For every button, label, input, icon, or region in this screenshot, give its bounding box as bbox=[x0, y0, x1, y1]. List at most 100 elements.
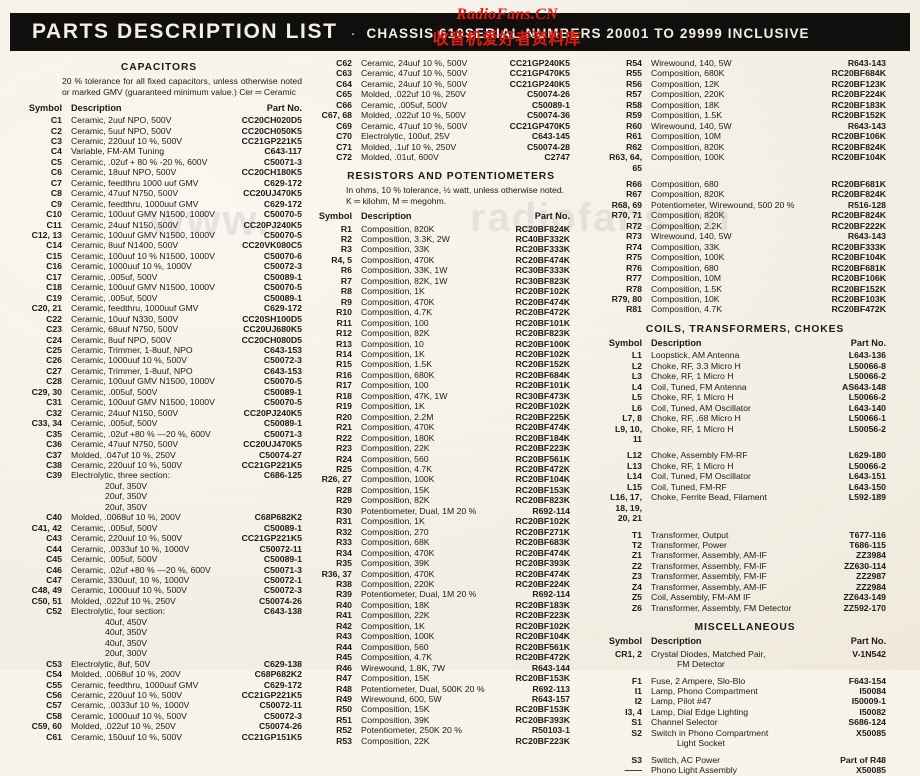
row-part-number: C50071-3 bbox=[263, 564, 302, 575]
row-symbol: C17 bbox=[46, 271, 62, 282]
title-separator-dot: · bbox=[350, 25, 356, 42]
header-symbol: Symbol bbox=[318, 211, 352, 222]
row-description: 20uf, 350V bbox=[105, 480, 148, 491]
row-symbol bbox=[10, 617, 71, 627]
row-symbol: R12 bbox=[336, 328, 352, 339]
row-part-number: L50066-1 bbox=[848, 413, 886, 424]
row-part-number: RC20BF152K bbox=[831, 283, 886, 294]
row-symbol: I2 bbox=[634, 696, 642, 707]
row-description: 20uf, 300V bbox=[105, 648, 148, 659]
row-description: Composition, 470K bbox=[361, 296, 435, 307]
row-symbol: —— bbox=[624, 765, 642, 776]
row-part-number: C50072-3 bbox=[263, 710, 302, 721]
row-part-number: ZZ643-149 bbox=[843, 592, 887, 603]
table-row: CR1, 2 Crystal Diodes, Matched Pair, V-1N5… bbox=[594, 649, 896, 659]
table-row: C7 Ceramic, feedthru 1000 uuf GMV C629-172 bbox=[10, 178, 308, 188]
table-row: R39 Potentiometer, Dual, 1M 20 % R692-114 bbox=[308, 589, 594, 599]
row-description: Composition, 39K bbox=[361, 714, 430, 725]
row-description: Ceramic, 150uuf 10 %, 500V bbox=[71, 731, 183, 742]
row-part-number: RC20BF183K bbox=[515, 599, 570, 610]
row-description: Composition, 1.5K bbox=[361, 359, 432, 370]
row-part-number: X50085 bbox=[856, 727, 886, 738]
row-symbol: C63 bbox=[336, 68, 352, 79]
row-part-number: RC20BF472K bbox=[831, 304, 886, 315]
row-part-number: C643-145 bbox=[531, 131, 570, 142]
row-symbol: C41, 42 bbox=[31, 522, 62, 533]
row-part-number: C50074-26 bbox=[259, 595, 302, 606]
row-symbol: C26 bbox=[46, 355, 62, 366]
table-row: L3 Choke, RF, 1 Micro H L50066-2 bbox=[594, 371, 896, 381]
table-row: —— Phono Light Assembly X50085 bbox=[594, 765, 896, 775]
table-row: R56 Composition, 12K RC20BF123K bbox=[594, 79, 896, 89]
header-symbol: Symbol bbox=[28, 102, 62, 113]
row-symbol: R32 bbox=[336, 526, 352, 537]
row-symbol: R39 bbox=[336, 589, 352, 600]
table-row: R60 Wirewound, 140, 5W R643-143 bbox=[594, 121, 896, 131]
table-row: R78 Composition, 1.5K RC20BF152K bbox=[594, 284, 896, 294]
header-symbol: Symbol bbox=[608, 337, 642, 348]
table-row: 11 bbox=[594, 434, 896, 444]
table-row: C53 Electrolytic, 8uf, 50V C629-138 bbox=[10, 659, 308, 669]
row-description: Composition, 82K, 1W bbox=[361, 275, 448, 286]
table-row: R58 Composition, 18K RC20BF183K bbox=[594, 100, 896, 110]
row-part-number: L50066-8 bbox=[848, 360, 886, 371]
table-row: C43 Ceramic, 220uuf 10 %, 500V CC21GP221K5 bbox=[10, 533, 308, 543]
row-part-number: C629-172 bbox=[263, 679, 302, 690]
table-row: T2 Transformer, Power T686-115 bbox=[594, 540, 896, 550]
table-row: Light Socket bbox=[594, 738, 896, 748]
row-description: Composition, 33K, 1W bbox=[361, 265, 448, 276]
row-symbol: R33 bbox=[336, 537, 352, 548]
row-description: Lamp, Phono Compartment bbox=[651, 686, 758, 697]
row-description: Wirewound, 600, 5W bbox=[361, 693, 442, 704]
row-symbol: Z5 bbox=[631, 592, 642, 603]
table-row: C62 Ceramic, 24uuf 10 %, 500V CC21GP240K5 bbox=[308, 58, 594, 68]
table-row: C10 Ceramic, 100uuf GMV N1500, 1000V C5007… bbox=[10, 209, 308, 219]
row-symbol bbox=[594, 738, 651, 748]
row-part-number: L629-180 bbox=[848, 450, 886, 461]
header-part-no: Part No. bbox=[850, 337, 886, 348]
row-symbol: Z3 bbox=[631, 571, 642, 582]
row-symbol: R50 bbox=[336, 704, 352, 715]
table-row: L1 Loopstick, AM Antenna L643-136 bbox=[594, 350, 896, 360]
row-description: Composition, 10K bbox=[651, 293, 720, 304]
row-part-number: F643-154 bbox=[848, 675, 886, 686]
row-part-number: RC20BF472K bbox=[515, 307, 570, 318]
table-row: C66 Ceramic, .005uf, 500V C50089-1 bbox=[308, 100, 594, 110]
row-description: Composition, 18K bbox=[651, 99, 720, 110]
row-symbol: R38 bbox=[336, 578, 352, 589]
row-symbol: R54 bbox=[626, 58, 642, 68]
row-part-number: C50071-3 bbox=[263, 428, 302, 439]
row-symbol: C69 bbox=[336, 120, 352, 131]
row-part-number: C50070-6 bbox=[263, 250, 302, 261]
row-symbol: S3 bbox=[631, 754, 642, 765]
row-description: Ceramic, .005uf, 500V bbox=[71, 271, 158, 282]
row-description: Molded, .022uf 10 %, 250V bbox=[71, 721, 176, 732]
row-part-number: RC20BF474K bbox=[515, 547, 570, 558]
row-description: Transformer, Power bbox=[651, 540, 727, 551]
row-part-number: L643-136 bbox=[848, 350, 886, 361]
row-description: Composition, 15K bbox=[361, 673, 430, 684]
row-symbol: C52 bbox=[46, 606, 62, 617]
header-part-no: Part No. bbox=[534, 211, 570, 222]
table-row: R81 Composition, 4.7K RC20BF472K bbox=[594, 304, 896, 314]
row-part-number: ZZ2987 bbox=[856, 571, 886, 582]
row-symbol: L16, 17, bbox=[610, 492, 642, 503]
table-row: R49 Wirewound, 600, 5W R643-157 bbox=[308, 694, 594, 704]
row-part-number: C68P682K2 bbox=[254, 669, 302, 680]
row-part-number: CC20CH020D5 bbox=[241, 115, 302, 126]
table-row: L13 Choke, RF, 1 Micro H L50066-2 bbox=[594, 461, 896, 471]
table-row: C72 Molded, .01uf, 600V C2747 bbox=[308, 152, 594, 162]
row-part-number bbox=[222, 648, 308, 658]
table-header-row: Symbol Description Part No. bbox=[594, 338, 896, 350]
resistors-table-part1: Symbol Description Part No. R1 Compositio… bbox=[308, 211, 594, 746]
row-symbol: C45 bbox=[46, 554, 62, 565]
table-row: C50, 51 Molded, .022uf 10 %, 250V C50074-2… bbox=[10, 596, 308, 606]
row-description: Coil, Tuned, FM Oscillator bbox=[651, 471, 751, 482]
table-row: R43 Composition, 100K RC20BF104K bbox=[308, 631, 594, 641]
table-row: C20, 21 Ceramic, feedthru, 1000uuf GMV C62… bbox=[10, 303, 308, 313]
row-part-number: RC20BF681K bbox=[831, 178, 886, 189]
row-part-number: C50072-3 bbox=[263, 585, 302, 596]
row-description: Transformer, Output bbox=[651, 529, 729, 540]
table-row: 20uf, 300V bbox=[10, 648, 308, 658]
table-row: C65 Molded, .022uf 10 %, 250V C50074-26 bbox=[308, 89, 594, 99]
